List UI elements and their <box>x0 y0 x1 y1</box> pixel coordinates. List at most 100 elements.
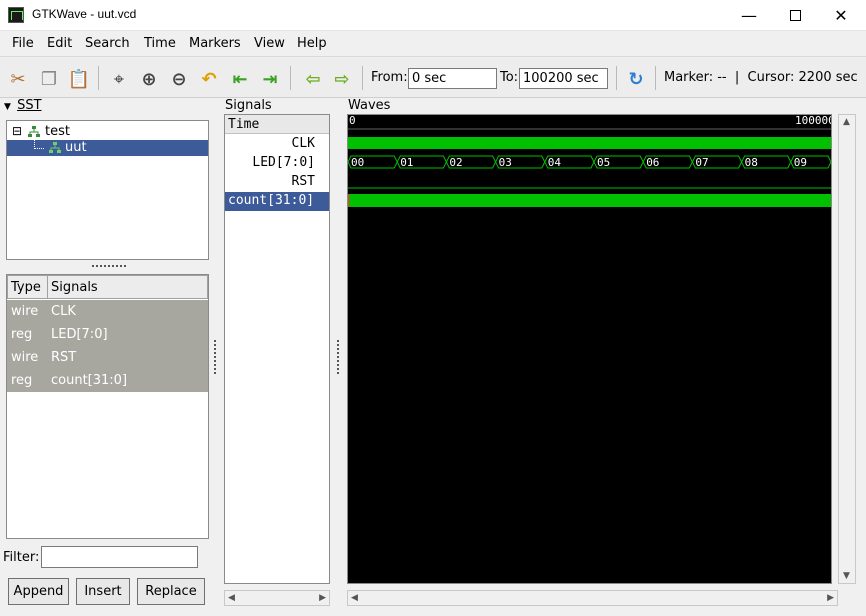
waves-header: Waves <box>348 98 391 113</box>
toolbar-separator <box>290 66 291 90</box>
from-label: From: <box>371 70 408 85</box>
row-signal: LED[7:0] <box>51 327 108 342</box>
to-label: To: <box>500 70 519 85</box>
signal-led[interactable]: LED[7:0] <box>225 154 329 173</box>
from-input[interactable]: 0 sec <box>408 68 497 89</box>
append-button[interactable]: Append <box>8 578 69 605</box>
signals-header: Signals <box>225 98 272 113</box>
menu-file[interactable]: File <box>12 36 34 51</box>
right-arrow-icon[interactable]: ⇨ <box>331 68 353 90</box>
row-type: reg <box>11 373 33 388</box>
menu-view[interactable]: View <box>254 36 285 51</box>
title-bar: GTKWave - uut.vcd — ✕ <box>0 0 866 31</box>
tree-label-uut: uut <box>65 140 87 155</box>
bus-value-label: 01 <box>400 156 413 169</box>
row-type: wire <box>11 350 39 365</box>
sst-tree[interactable]: ⊟ test uut <box>6 120 209 260</box>
waves-vertical-scrollbar[interactable]: ▲ ▼ <box>838 114 856 584</box>
bus-value-label: 04 <box>548 156 562 169</box>
ruler-start-label: 0 <box>349 115 356 127</box>
collapse-triangle-icon: ▼ <box>4 102 11 112</box>
led-bus-waveform: 00 01 02 03 04 05 06 07 08 09 <box>348 155 831 169</box>
bus-value-label: 07 <box>695 156 708 169</box>
minimize-button[interactable]: — <box>726 0 772 31</box>
signal-clk[interactable]: CLK <box>225 135 329 154</box>
tree-item-uut[interactable]: uut <box>7 140 208 156</box>
close-button[interactable]: ✕ <box>818 0 864 31</box>
waveform-canvas[interactable]: 0 100000 00 01 02 03 04 05 06 07 08 09 <box>347 114 832 584</box>
left-arrow-icon[interactable]: ⇦ <box>302 68 324 90</box>
row-type: wire <box>11 304 39 319</box>
table-row[interactable]: reg LED[7:0] <box>7 323 208 346</box>
undo-zoom-icon[interactable]: ↶ <box>198 68 220 90</box>
expander-icon[interactable]: ⊟ <box>12 124 22 138</box>
scroll-up-icon[interactable]: ▲ <box>843 117 850 127</box>
clk-waveform <box>348 137 831 149</box>
marker-cursor-status: Marker: -- | Cursor: 2200 sec <box>664 70 858 85</box>
toolbar-separator <box>98 66 99 90</box>
maximize-button[interactable] <box>772 0 818 31</box>
column-header-signals[interactable]: Signals <box>47 275 208 299</box>
bus-value-label: 02 <box>449 156 462 169</box>
paste-icon[interactable]: 📋 <box>68 68 90 90</box>
window-title: GTKWave - uut.vcd <box>32 7 137 21</box>
reload-icon[interactable]: ↻ <box>625 68 647 90</box>
table-row[interactable]: reg count[31:0] <box>7 369 208 392</box>
row-type: reg <box>11 327 33 342</box>
toolbar-separator <box>655 66 656 90</box>
toolbar-separator <box>616 66 617 90</box>
bus-value-label: 09 <box>794 156 807 169</box>
signal-rst[interactable]: RST <box>225 173 329 192</box>
signal-count[interactable]: count[31:0] <box>225 192 329 211</box>
signals-list[interactable]: Time CLK LED[7:0] RST count[31:0] <box>224 114 330 584</box>
cut-icon[interactable]: ✂ <box>7 68 29 90</box>
pane-resize-handle[interactable] <box>214 340 217 374</box>
table-row[interactable]: wire CLK <box>7 300 208 323</box>
menu-edit[interactable]: Edit <box>47 36 72 51</box>
copy-icon[interactable]: ❐ <box>38 68 60 90</box>
replace-button[interactable]: Replace <box>137 578 205 605</box>
zoom-to-start-icon[interactable]: ⇤ <box>229 68 251 90</box>
zoom-in-icon[interactable]: ⊕ <box>138 68 160 90</box>
menu-search[interactable]: Search <box>85 36 130 51</box>
bus-value-label: 06 <box>646 156 659 169</box>
table-row[interactable]: wire RST <box>7 346 208 369</box>
menu-help[interactable]: Help <box>297 36 327 51</box>
close-icon: ✕ <box>834 6 848 25</box>
filter-label: Filter: <box>3 550 40 565</box>
menu-bar: File Edit Search Time Markers View Help <box>0 31 866 57</box>
scroll-right-icon[interactable]: ▶ <box>319 593 326 603</box>
pane-resize-handle[interactable] <box>92 265 126 269</box>
signals-horizontal-scrollbar[interactable]: ◀ ▶ <box>224 590 330 606</box>
scroll-down-icon[interactable]: ▼ <box>843 571 850 581</box>
menu-markers[interactable]: Markers <box>189 36 241 51</box>
maximize-icon <box>789 10 801 21</box>
tree-label-test: test <box>45 124 70 139</box>
column-header-type[interactable]: Type <box>7 275 48 299</box>
row-signal: CLK <box>51 304 76 319</box>
filter-input[interactable] <box>41 546 198 568</box>
app-icon <box>8 7 24 23</box>
toolbar-separator <box>362 66 363 90</box>
waves-horizontal-scrollbar[interactable]: ◀ ▶ <box>347 590 838 606</box>
zoom-out-icon[interactable]: ⊖ <box>168 68 190 90</box>
sst-label: SST <box>17 98 42 113</box>
toolbar: ✂ ❐ 📋 ⌖ ⊕ ⊖ ↶ ⇤ ⇥ ⇦ ⇨ From: 0 sec To: 10… <box>0 58 866 98</box>
tree-item-test[interactable]: ⊟ test <box>7 124 208 140</box>
count-waveform <box>348 194 831 207</box>
zoom-to-end-icon[interactable]: ⇥ <box>259 68 281 90</box>
zoom-fit-icon[interactable]: ⌖ <box>108 68 130 90</box>
menu-time[interactable]: Time <box>144 36 176 51</box>
waveform-svg: 0 100000 00 01 02 03 04 05 06 07 08 09 <box>348 115 831 207</box>
tree-connector <box>34 140 44 149</box>
bus-value-label: 08 <box>745 156 758 169</box>
row-signal: count[31:0] <box>51 373 128 388</box>
sst-header[interactable]: ▼ SST <box>4 98 42 113</box>
scroll-left-icon[interactable]: ◀ <box>228 593 235 603</box>
ruler-end-label: 100000 <box>795 115 831 127</box>
scroll-right-icon[interactable]: ▶ <box>827 593 834 603</box>
insert-button[interactable]: Insert <box>76 578 130 605</box>
pane-resize-handle[interactable] <box>337 340 340 374</box>
scroll-left-icon[interactable]: ◀ <box>351 593 358 603</box>
to-input[interactable]: 100200 sec <box>519 68 608 89</box>
